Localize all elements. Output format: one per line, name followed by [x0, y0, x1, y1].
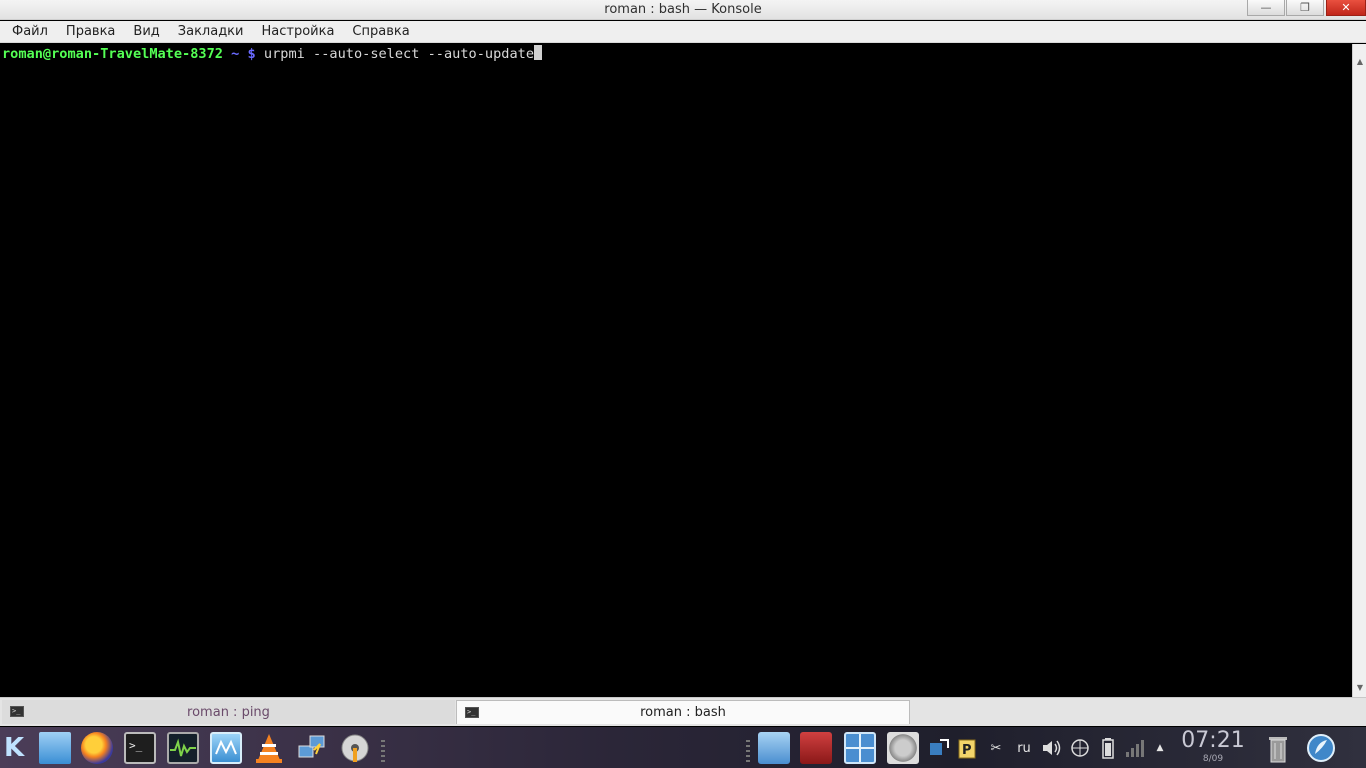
- command-text: urpmi --auto-select --auto-update: [263, 46, 534, 62]
- settings-tool-icon[interactable]: [887, 732, 919, 764]
- terminal-line: roman@roman-TravelMate-8372 ~ $ urpmi --…: [2, 45, 1350, 64]
- terminal-icon: >_: [465, 707, 479, 718]
- keyboard-layout-indicator[interactable]: ru: [1012, 735, 1036, 761]
- clock-date: 8/09: [1202, 754, 1224, 764]
- minimize-button[interactable]: —: [1247, 0, 1285, 16]
- maximize-button[interactable]: ❐: [1286, 0, 1324, 16]
- wifi-signal-icon[interactable]: [1123, 735, 1147, 761]
- tab-roman-ping[interactable]: >_ roman : ping: [2, 700, 455, 724]
- terminal-icon: >_: [10, 706, 24, 717]
- volume-icon[interactable]: [1040, 735, 1064, 761]
- trash-icon[interactable]: [1262, 732, 1294, 764]
- terminal-view[interactable]: roman@roman-TravelMate-8372 ~ $ urpmi --…: [0, 44, 1352, 697]
- session-tab-bar: >_ roman : ping >_ roman : bash: [0, 697, 1366, 726]
- window-switcher-icon[interactable]: [844, 732, 876, 764]
- panel-drag-handle[interactable]: [746, 740, 750, 762]
- menu-view[interactable]: Вид: [124, 21, 168, 43]
- network-icon[interactable]: [1068, 735, 1092, 761]
- menu-bookmarks[interactable]: Закладки: [169, 21, 253, 43]
- panel-drag-handle[interactable]: [381, 740, 385, 762]
- scroll-down-icon[interactable]: ▼: [1353, 682, 1366, 694]
- maximize-icon: ❐: [1300, 1, 1310, 14]
- menu-settings[interactable]: Настройка: [252, 21, 343, 43]
- text-cursor: [534, 45, 542, 60]
- window-titlebar[interactable]: roman : bash — Konsole — ❐ ✕: [0, 0, 1366, 20]
- clipboard-icon[interactable]: P: [956, 735, 978, 761]
- tab-label: roman : ping: [187, 704, 270, 720]
- firefox-icon[interactable]: [81, 732, 113, 764]
- menu-bar: Файл Правка Вид Закладки Настройка Справ…: [0, 21, 1366, 43]
- prompt-user-host: roman@roman-TravelMate-8372: [2, 46, 223, 62]
- network-tool-icon[interactable]: [296, 732, 328, 764]
- close-icon: ✕: [1341, 1, 1351, 14]
- disc-burner-icon[interactable]: [339, 732, 371, 764]
- tray-expand-icon[interactable]: ▲: [1152, 735, 1168, 761]
- terminal-scrollbar[interactable]: ▲ ▼: [1352, 44, 1366, 697]
- menu-edit[interactable]: Правка: [57, 21, 124, 43]
- menu-help[interactable]: Справка: [343, 21, 418, 43]
- close-button[interactable]: ✕: [1326, 0, 1366, 16]
- screenshot-icon[interactable]: [758, 732, 790, 764]
- show-desktop-icon[interactable]: [1305, 732, 1337, 764]
- scroll-up-icon[interactable]: ▲: [1353, 56, 1366, 68]
- updates-icon[interactable]: [928, 735, 950, 761]
- ksysguard-icon[interactable]: [210, 732, 242, 764]
- prompt-path: ~ $: [231, 46, 256, 62]
- svg-text:P: P: [962, 743, 972, 758]
- vlc-icon[interactable]: [253, 732, 285, 764]
- system-monitor-icon[interactable]: [167, 732, 199, 764]
- minimize-icon: —: [1260, 1, 1272, 14]
- scissors-icon[interactable]: ✂: [985, 735, 1007, 761]
- battery-icon[interactable]: [1097, 735, 1119, 761]
- package-manager-icon[interactable]: [800, 732, 832, 764]
- clock-time[interactable]: 07:21: [1180, 728, 1246, 753]
- window-title: roman : bash — Konsole: [604, 2, 762, 17]
- tab-label: roman : bash: [640, 705, 726, 720]
- menu-file[interactable]: Файл: [3, 21, 57, 43]
- kde-menu-icon[interactable]: K: [4, 733, 32, 763]
- tab-roman-bash[interactable]: >_ roman : bash: [456, 700, 910, 724]
- file-manager-icon[interactable]: [39, 732, 71, 764]
- terminal-icon[interactable]: >_: [124, 732, 156, 764]
